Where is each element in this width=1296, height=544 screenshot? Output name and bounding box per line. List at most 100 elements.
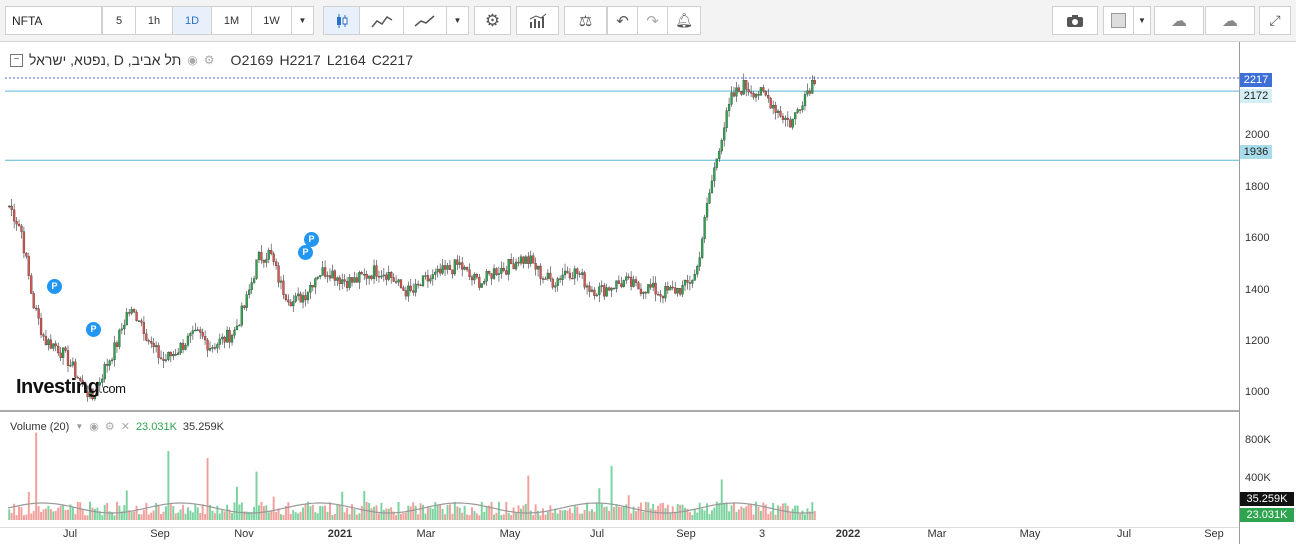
interval-1d[interactable]: 1D [172, 6, 212, 35]
candle [772, 105, 775, 109]
volume-bar [720, 479, 723, 520]
undo-button[interactable]: ↶ [607, 6, 638, 35]
layout-dropdown-button[interactable]: ▼ [1133, 6, 1151, 35]
interval-1h[interactable]: 1h [135, 6, 173, 35]
camera-icon [1067, 14, 1083, 27]
collapse-icon[interactable]: − [10, 53, 23, 67]
area-style-button[interactable] [359, 6, 404, 35]
volume-bar [561, 510, 564, 520]
chart-legend: − תל אביב, D ,נפטא, ישראל ◉ ⚙ O2169 H221… [10, 52, 413, 68]
candle [235, 325, 239, 331]
volume-bar [453, 501, 456, 520]
volume-bar [544, 514, 547, 520]
volume-tick: 400K [1245, 472, 1271, 484]
candle [252, 278, 256, 283]
volume-bar [387, 508, 390, 520]
symbol-input[interactable]: NFTA [5, 6, 102, 35]
volume-bar [157, 505, 160, 520]
candle [661, 295, 665, 299]
volume-bar [262, 506, 265, 520]
interval-5[interactable]: 5 [102, 6, 136, 35]
candle [439, 268, 442, 274]
candle [612, 287, 616, 290]
volume-bar [456, 506, 459, 520]
settings-button[interactable]: ⚙ [474, 6, 511, 35]
volume-bar [10, 513, 13, 520]
volume-bar [742, 508, 745, 520]
line-style-button[interactable] [403, 6, 447, 35]
volume-bar [781, 503, 784, 520]
candle [554, 285, 557, 288]
volume-bar [789, 512, 792, 520]
candle [39, 318, 43, 335]
volume-bar [333, 513, 336, 520]
interval-1w[interactable]: 1W [251, 6, 292, 35]
candle [544, 278, 547, 280]
volume-last-tag: 23.031K [1240, 508, 1294, 522]
time-tick: May [1019, 528, 1041, 540]
fullscreen-button[interactable]: ⤢ [1259, 6, 1291, 35]
volume-bar [483, 512, 486, 520]
volume-bar [145, 502, 148, 520]
cloud-download-button[interactable]: ☁ [1154, 6, 1204, 35]
dividend-marker[interactable]: P [47, 279, 62, 294]
candle [64, 347, 67, 351]
gear-icon[interactable]: ⚙ [204, 53, 215, 67]
candle [135, 311, 138, 321]
redo-button[interactable]: ↷ [637, 6, 668, 35]
volume-bar [581, 513, 584, 520]
candle [304, 295, 307, 301]
volume-bar [490, 502, 493, 520]
dividend-marker[interactable]: P [298, 245, 313, 260]
candle [465, 267, 469, 270]
interval-1m[interactable]: 1M [211, 6, 252, 35]
price-chart[interactable] [0, 42, 1240, 528]
candle [718, 150, 721, 159]
candle [666, 286, 669, 291]
volume-bar [448, 504, 451, 520]
chevron-down-icon[interactable]: ▼ [75, 422, 83, 431]
volume-bar [471, 507, 473, 520]
volume-bar [52, 511, 55, 520]
candle [419, 284, 422, 287]
candle [769, 97, 772, 109]
candle [490, 273, 493, 279]
volume-bar [338, 505, 341, 520]
cloud-upload-button[interactable]: ☁ [1205, 6, 1255, 35]
volume-bar [786, 505, 789, 520]
style-dropdown-button[interactable]: ▼ [446, 6, 469, 35]
dividend-marker[interactable]: P [86, 322, 101, 337]
gear-icon[interactable]: ⚙ [105, 420, 115, 433]
alert-button[interactable]: 🔔︎ [667, 6, 701, 35]
volume-bar [737, 509, 740, 520]
candle [123, 324, 126, 330]
expand-icon: ⤢ [1269, 12, 1281, 28]
interval-dropdown-button[interactable]: ▼ [291, 6, 314, 35]
eye-icon[interactable]: ◉ [187, 53, 197, 67]
candles-style-button[interactable] [323, 6, 360, 35]
candle [713, 167, 716, 182]
candle [30, 275, 33, 294]
volume-bar [441, 509, 444, 520]
volume-bar [603, 507, 606, 520]
close-icon[interactable]: ✕ [121, 420, 130, 433]
indicators-button[interactable] [516, 6, 559, 35]
eye-icon[interactable]: ◉ [89, 420, 99, 433]
volume-bar [35, 432, 38, 520]
candle [737, 87, 741, 92]
bell-icon: 🔔︎ [675, 12, 693, 28]
cloud-upload-icon: ☁ [1222, 12, 1238, 30]
volume-bar [74, 514, 77, 520]
volume-bar [414, 505, 417, 520]
candle [764, 90, 767, 96]
candle [813, 80, 816, 85]
candle [353, 277, 356, 283]
candle [267, 249, 270, 260]
compare-button[interactable]: ⚖ [564, 6, 607, 35]
candle [162, 358, 165, 361]
volume-bar [385, 508, 388, 520]
candle [791, 118, 794, 128]
layout-button[interactable] [1103, 6, 1134, 35]
candle [585, 285, 589, 288]
screenshot-button[interactable] [1052, 6, 1098, 35]
